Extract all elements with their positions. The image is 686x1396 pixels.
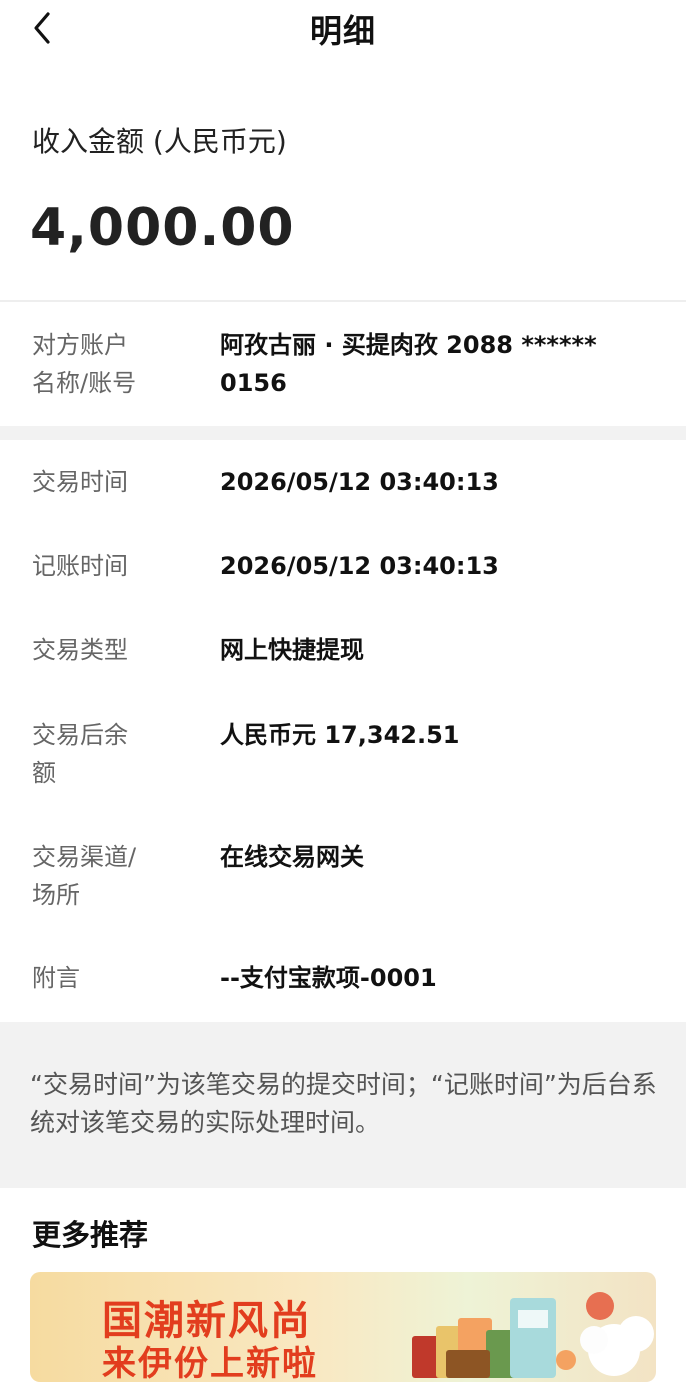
detail-label: 交易渠道/ 场所	[32, 838, 182, 914]
detail-value: 2026/05/12 03:40:13	[220, 552, 499, 580]
banner-subline: 来伊份上新啦	[102, 1344, 318, 1382]
detail-label-line1: 交易后余	[32, 721, 128, 749]
detail-value: --支付宝款项-0001	[220, 964, 437, 992]
detail-label: 交易后余 额	[32, 716, 182, 792]
counterparty-label-line1: 对方账户	[32, 331, 128, 359]
counterparty-value-line1: 阿孜古丽 · 买提肉孜 2088 ******	[220, 331, 597, 359]
counterparty-label: 对方账户 名称/账号	[32, 326, 182, 402]
detail-label: 交易时间	[32, 468, 128, 496]
promo-banner[interactable]: 国潮新风尚 来伊份上新啦	[30, 1272, 656, 1382]
snack-products-image	[412, 1298, 576, 1378]
recommend-title: 更多推荐	[32, 1218, 149, 1252]
counterparty-value-line2: 0156	[220, 369, 287, 397]
counterparty-label-line2: 名称/账号	[32, 369, 137, 397]
detail-label: 附言	[32, 964, 80, 992]
detail-label-line1: 交易渠道/	[32, 843, 137, 871]
counterparty-value: 阿孜古丽 · 买提肉孜 2088 ****** 0156	[220, 326, 640, 402]
top-bar: 明细	[0, 0, 686, 60]
page-title: 明细	[309, 12, 376, 50]
detail-value: 在线交易网关	[220, 843, 364, 871]
counterparty-section: 对方账户 名称/账号 阿孜古丽 · 买提肉孜 2088 ****** 0156	[0, 302, 686, 426]
detail-label-line2: 场所	[32, 881, 80, 909]
detail-label: 记账时间	[32, 552, 128, 580]
details-section: 交易时间 2026/05/12 03:40:13 记账时间 2026/05/12…	[0, 440, 686, 1022]
detail-value: 2026/05/12 03:40:13	[220, 468, 499, 496]
decorative-cloud-icon	[580, 1292, 654, 1376]
detail-value: 人民币元 17,342.51	[220, 721, 460, 749]
amount-value: 4,000.00	[30, 198, 295, 258]
detail-value: 网上快捷提现	[220, 636, 364, 664]
detail-label: 交易类型	[32, 636, 128, 664]
time-explanation-note: “交易时间”为该笔交易的提交时间；“记账时间”为后台系统对该笔交易的实际处理时间…	[30, 1070, 657, 1137]
amount-label: 收入金额 (人民币元)	[32, 125, 287, 158]
amount-section: 收入金额 (人民币元) 4,000.00	[0, 60, 686, 300]
detail-label-line2: 额	[32, 759, 56, 787]
